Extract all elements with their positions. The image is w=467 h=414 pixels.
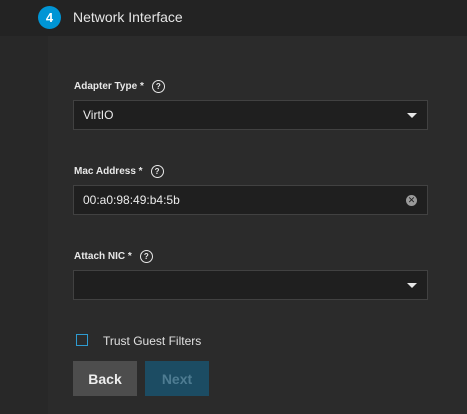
trust-guest-filters-checkbox[interactable]: [76, 334, 88, 346]
trust-guest-filters-label[interactable]: Trust Guest Filters: [103, 334, 201, 348]
mac-address-clear-icon[interactable]: ✕: [406, 195, 417, 206]
mac-address-value: 00:a0:98:49:b4:5b: [83, 193, 180, 207]
adapter-type-label: Adapter Type * ?: [74, 80, 165, 93]
step-number-badge: 4: [38, 6, 61, 29]
attach-nic-label-text: Attach NIC *: [74, 251, 132, 262]
adapter-type-label-text: Adapter Type *: [74, 81, 144, 92]
mac-address-label-text: Mac Address *: [74, 166, 143, 177]
adapter-type-value: VirtIO: [83, 108, 114, 122]
step-header: 4 Network Interface: [0, 0, 467, 36]
adapter-type-help-icon[interactable]: ?: [151, 80, 165, 93]
mac-address-input[interactable]: 00:a0:98:49:b4:5b ✕: [73, 185, 428, 215]
adapter-type-chevron-down-icon[interactable]: [407, 113, 417, 118]
back-button[interactable]: Back: [73, 361, 137, 396]
attach-nic-chevron-down-icon[interactable]: [407, 283, 417, 288]
next-button[interactable]: Next: [145, 361, 209, 396]
attach-nic-label: Attach NIC * ?: [74, 250, 153, 263]
adapter-type-select[interactable]: VirtIO: [73, 100, 428, 130]
step-title: Network Interface: [73, 9, 183, 25]
mac-address-label: Mac Address * ?: [74, 165, 164, 178]
mac-address-help-icon[interactable]: ?: [150, 165, 164, 178]
attach-nic-help-icon[interactable]: ?: [139, 250, 153, 263]
attach-nic-select[interactable]: [73, 270, 428, 300]
